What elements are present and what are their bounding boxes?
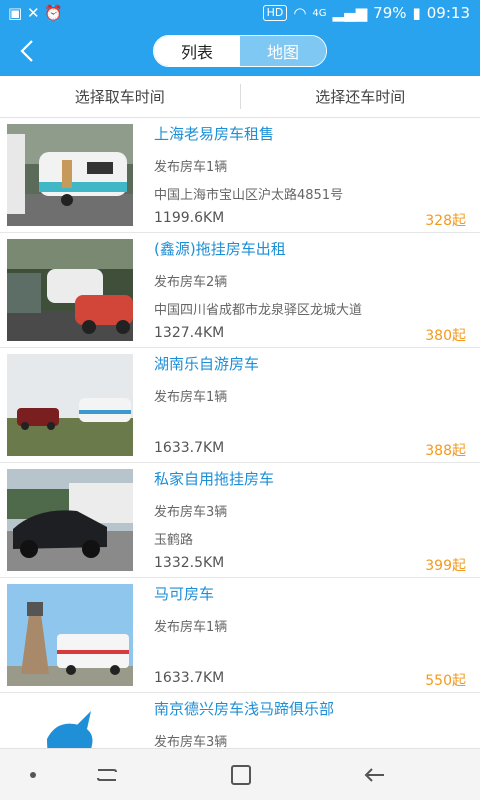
view-toggle: 列表 地图 [153, 35, 327, 67]
listing-price: 388起 [425, 443, 466, 459]
alarm-icon: ⏰ [44, 4, 64, 22]
rv-list: 上海老易房车租售 发布房车1辆 中国上海市宝山区沪太路4851号 1199.6K… [0, 118, 480, 748]
listing-title: (鑫源)拖挂房车出租 [154, 240, 286, 258]
mute-icon: ✕ [26, 4, 40, 22]
listing-title: 上海老易房车租售 [154, 125, 275, 143]
return-time-button[interactable]: 选择还车时间 [241, 76, 480, 117]
listing-price: 550起 [425, 673, 466, 689]
dot-icon[interactable] [18, 761, 48, 789]
listing-photo [7, 124, 133, 226]
listing-distance: 1332.5KM [154, 555, 225, 571]
clock: 09:13 [426, 4, 470, 22]
battery-percent: 79% [373, 4, 407, 22]
listing-price: 328起 [425, 213, 466, 229]
recent-apps-icon[interactable] [92, 761, 122, 789]
listing-distance: 1199.6KM [154, 210, 225, 226]
listing-photo [7, 584, 133, 686]
listing-count: 发布房车1辆 [154, 620, 228, 635]
listing-distance: 1633.7KM [154, 670, 225, 686]
listing-title: 私家自用拖挂房车 [154, 470, 275, 488]
status-bar: ▣ ✕ ⏰ HD ◠ 4G ▂▄▆ 79% ▮ 09:13 [0, 0, 480, 26]
battery-icon: ▮ [412, 4, 421, 22]
listing-count: 发布房车3辆 [154, 505, 228, 520]
signal-icon: ▂▄▆ [332, 4, 368, 22]
notification-icons: ▣ ✕ ⏰ [8, 4, 63, 22]
listing-title: 南京德兴房车浅马蹄俱乐部 [154, 700, 335, 718]
back-icon[interactable] [360, 761, 390, 789]
listing-address: 玉鹤路 [154, 533, 194, 548]
list-item[interactable]: (鑫源)拖挂房车出租 发布房车2辆 中国四川省成都市龙泉驿区龙城大道 1327.… [0, 233, 480, 348]
list-item[interactable]: 湖南乐自游房车 发布房车1辆 1633.7KM 388起 [0, 348, 480, 463]
listing-distance: 1633.7KM [154, 440, 225, 456]
back-arrow-icon[interactable] [14, 36, 42, 66]
listing-count: 发布房车2辆 [154, 275, 228, 290]
home-icon[interactable] [226, 761, 256, 789]
system-nav-bar [0, 748, 480, 800]
listing-address: 中国上海市宝山区沪太路4851号 [154, 188, 344, 203]
listing-price: 380起 [425, 328, 466, 344]
wifi-icon: ◠ [293, 4, 307, 22]
filter-bar: 选择取车时间 选择还车时间 [0, 76, 480, 118]
tab-list[interactable]: 列表 [154, 36, 240, 66]
list-item[interactable]: 上海老易房车租售 发布房车1辆 中国上海市宝山区沪太路4851号 1199.6K… [0, 118, 480, 233]
listing-price: 399起 [425, 558, 466, 574]
tab-map[interactable]: 地图 [240, 36, 326, 66]
listing-address: 中国四川省成都市龙泉驿区龙城大道 [154, 303, 363, 318]
listing-photo [7, 699, 133, 748]
pickup-time-button[interactable]: 选择取车时间 [0, 76, 240, 117]
listing-photo [7, 354, 133, 456]
list-item[interactable]: 南京德兴房车浅马蹄俱乐部 发布房车3辆 [0, 693, 480, 748]
listing-title: 湖南乐自游房车 [154, 355, 260, 373]
list-item[interactable]: 私家自用拖挂房车 发布房车3辆 玉鹤路 1332.5KM 399起 [0, 463, 480, 578]
system-icons: HD ◠ 4G ▂▄▆ 79% ▮ 09:13 [262, 4, 470, 22]
listing-distance: 1327.4KM [154, 325, 225, 341]
listing-title: 马可房车 [154, 585, 215, 603]
network-label: 4G [312, 7, 327, 19]
app-bar: 列表 地图 [0, 26, 480, 76]
listing-photo [7, 239, 133, 341]
listing-photo [7, 469, 133, 571]
hd-badge: HD [262, 5, 288, 21]
listing-count: 发布房车3辆 [154, 735, 228, 748]
listing-count: 发布房车1辆 [154, 160, 228, 175]
gallery-icon: ▣ [8, 4, 23, 22]
listing-count: 发布房车1辆 [154, 390, 228, 405]
list-item[interactable]: 马可房车 发布房车1辆 1633.7KM 550起 [0, 578, 480, 693]
